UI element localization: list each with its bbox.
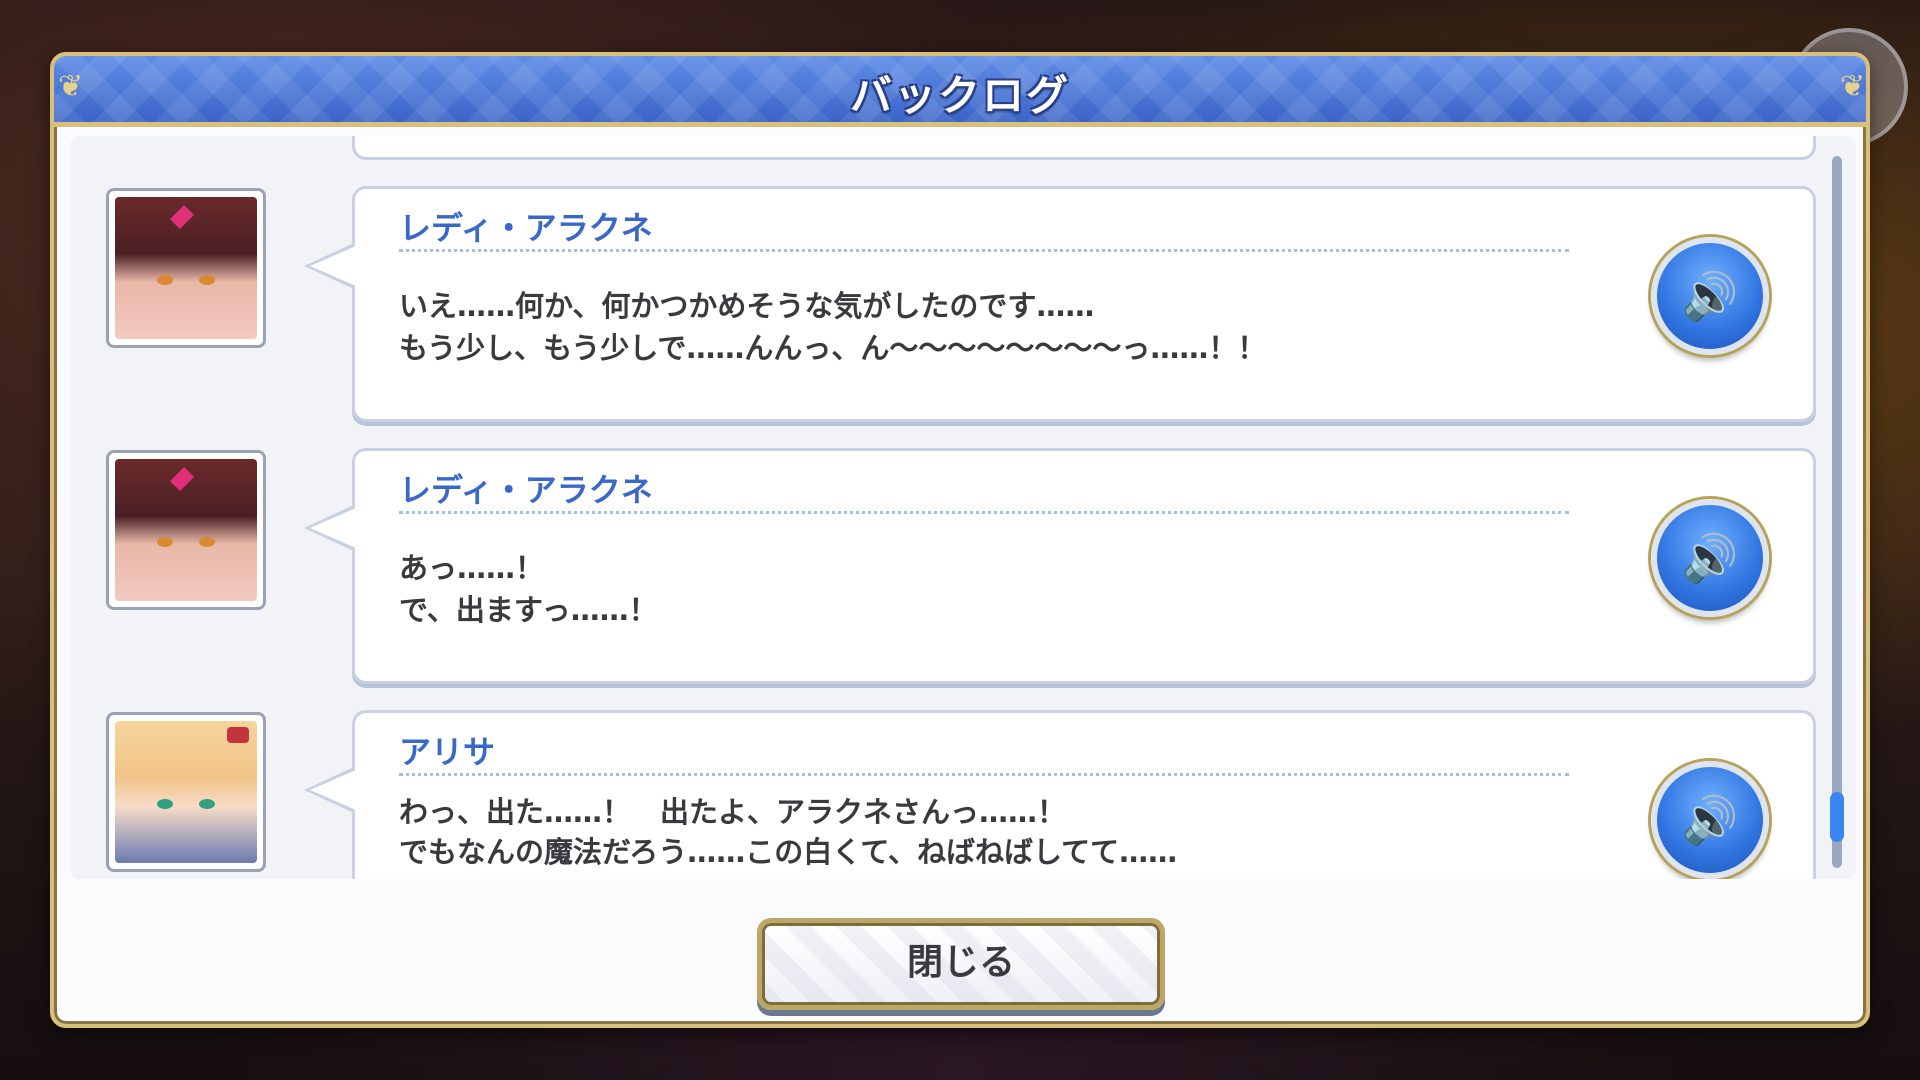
dialogue-bubble: レディ・アラクネ いえ……何か、何かつかめそうな気がしたのです…… もう少し、も… — [352, 186, 1816, 422]
dialogue-line: でもなんの魔法だろう……この白くて、ねばねばしてて…… — [399, 835, 1178, 869]
speaker-icon: 🔊 — [1681, 269, 1739, 323]
speaker-name: レディ・アラクネ — [399, 209, 653, 247]
scrollbar-thumb[interactable] — [1830, 792, 1844, 842]
dialogue-line: もう少し、もう少しで……んんっ、ん〜〜〜〜〜〜〜〜っ……！！ — [399, 331, 1267, 365]
title-bar: ❦ バックログ ❦ — [54, 56, 1866, 127]
dialogue-bubble: アリサ わっ、出た……！ 出たよ、アラクネさんっ……！ でもなんの魔法だろう……… — [352, 710, 1816, 879]
play-voice-button[interactable]: 🔊 — [1651, 761, 1769, 879]
backlog-list[interactable]: レディ・アラクネ いえ……何か、何かつかめそうな気がしたのです…… もう少し、も… — [70, 136, 1856, 879]
backlog-entry: アリサ わっ、出た……！ 出たよ、アラクネさんっ……！ でもなんの魔法だろう……… — [70, 710, 1830, 879]
dialogue-line: で、出ますっ……！ — [399, 593, 658, 627]
dialogue-line: あっ……！ — [399, 551, 545, 585]
character-avatar — [106, 188, 266, 348]
dialogue-line: わっ、出た……！ 出たよ、アラクネさんっ……！ — [399, 795, 1067, 829]
previous-entry-bubble — [352, 136, 1816, 160]
speaker-icon: 🔊 — [1681, 793, 1739, 847]
lady-arachne-portrait — [115, 197, 257, 339]
divider — [399, 773, 1569, 776]
close-button[interactable]: 閉じる — [757, 918, 1165, 1010]
backlog-entry: レディ・アラクネ あっ……！ で、出ますっ……！ 🔊 — [70, 448, 1830, 684]
play-voice-button[interactable]: 🔊 — [1651, 499, 1769, 617]
dialogue-line: いえ……何か、何かつかめそうな気がしたのです…… — [399, 289, 1095, 323]
ornament-icon: ❦ — [1840, 69, 1866, 104]
character-avatar — [106, 712, 266, 872]
backlog-entry: レディ・アラクネ いえ……何か、何かつかめそうな気がしたのです…… もう少し、も… — [70, 186, 1830, 422]
divider — [399, 249, 1569, 252]
dialog-title: バックログ — [849, 71, 1070, 120]
speaker-name: レディ・アラクネ — [399, 471, 653, 509]
play-voice-button[interactable]: 🔊 — [1651, 237, 1769, 355]
dialogue-bubble: レディ・アラクネ あっ……！ で、出ますっ……！ 🔊 — [352, 448, 1816, 684]
character-avatar — [106, 450, 266, 610]
divider — [399, 511, 1569, 514]
speaker-name: アリサ — [399, 733, 496, 771]
alisa-portrait — [115, 721, 257, 863]
backlog-dialog: ❦ バックログ ❦ レディ・アラクネ いえ……何か、何かつかめそうな気がしたので… — [50, 52, 1870, 1028]
lady-arachne-portrait — [115, 459, 257, 601]
scrollbar[interactable] — [1830, 156, 1844, 868]
speaker-icon: 🔊 — [1681, 531, 1739, 585]
